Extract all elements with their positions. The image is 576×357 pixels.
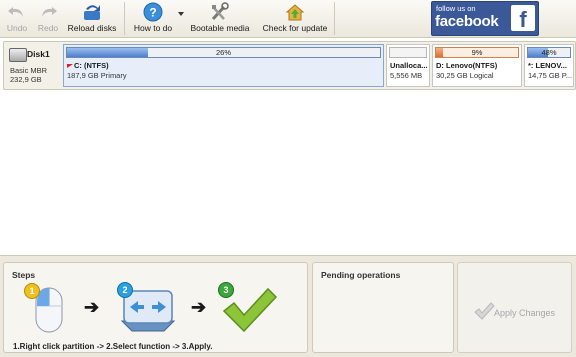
disk-row[interactable]: Disk1 Basic MBR 232,9 GB 26% C: (NTFS) 1…	[3, 41, 576, 90]
partition-usage-bar	[389, 47, 427, 58]
facebook-brand-text: facebook	[435, 13, 499, 30]
partition-name: *: LENOV...	[528, 61, 567, 70]
partition-c[interactable]: 26% C: (NTFS) 187,9 GB Primary	[63, 44, 384, 87]
partition-usage-bar: 48%	[527, 47, 571, 58]
step-badge-2: 2	[117, 282, 133, 298]
pending-operations-title: Pending operations	[321, 270, 401, 280]
check-update-button[interactable]: Check for update	[259, 0, 331, 37]
toolbar-divider	[334, 2, 335, 35]
toolbar: Undo Redo Reload disks ? How to do Boota…	[0, 0, 576, 38]
partition-d[interactable]: 9% D: Lenovo(NTFS) 30,25 GB Logical	[432, 44, 522, 87]
partition-name: C: (NTFS)	[67, 61, 109, 70]
facebook-f-icon: f	[511, 5, 535, 32]
bottom-panel: Steps 1 ➔ 2 ➔ 3 1.Right click partition …	[0, 255, 576, 357]
apply-check-icon	[474, 302, 495, 320]
partition-name-text: C: (NTFS)	[74, 61, 109, 70]
reload-disks-icon	[84, 5, 100, 20]
partition-lenovo[interactable]: 48% *: LENOV... 14,75 GB P...	[524, 44, 574, 87]
partition-detail: 5,556 MB	[390, 71, 423, 80]
steps-title: Steps	[12, 270, 36, 280]
arrow-right-icon: ➔	[191, 297, 207, 317]
undo-label: Undo	[6, 23, 28, 33]
partition-name: D: Lenovo(NTFS)	[436, 61, 498, 70]
partition-usage-percent: 9%	[471, 48, 483, 57]
how-to-do-button[interactable]: ? How to do	[129, 0, 177, 37]
bootable-media-button[interactable]: Bootable media	[188, 0, 252, 37]
how-to-do-label: How to do	[133, 23, 173, 33]
facebook-follow-banner[interactable]: follow us on facebook f	[431, 1, 539, 36]
svg-text:?: ?	[149, 6, 156, 20]
partition-usage-percent: 26%	[215, 48, 231, 57]
redo-button[interactable]: Redo	[33, 0, 63, 37]
chevron-down-icon[interactable]	[178, 12, 184, 17]
partition-usage-bar: 9%	[435, 47, 519, 58]
update-icon	[285, 4, 305, 21]
partition-detail: 30,25 GB Logical	[436, 71, 494, 80]
disk-info[interactable]: Disk1 Basic MBR 232,9 GB	[7, 45, 62, 86]
steps-panel: Steps 1 ➔ 2 ➔ 3 1.Right click partition …	[3, 262, 308, 353]
partition-detail: 14,75 GB P...	[528, 71, 573, 80]
facebook-follow-text: follow us on	[436, 4, 476, 13]
tools-icon	[211, 2, 229, 21]
apply-changes-button[interactable]: Apply Changes	[457, 262, 572, 353]
bootable-media-label: Bootable media	[190, 23, 250, 33]
hard-disk-icon	[9, 48, 27, 62]
step-badge-1: 1	[24, 283, 40, 299]
partition-detail: 187,9 GB Primary	[67, 71, 127, 80]
partition-name: Unalloca...	[390, 61, 428, 70]
disk-size: 232,9 GB	[10, 75, 42, 84]
steps-instructions: 1.Right click partition -> 2.Select func…	[13, 342, 213, 351]
partition-usage-percent: 48%	[541, 48, 557, 57]
toolbar-divider	[124, 2, 125, 35]
partition-unallocated[interactable]: Unalloca... 5,556 MB	[386, 44, 430, 87]
reload-disks-button[interactable]: Reload disks	[64, 0, 120, 37]
flag-icon	[67, 64, 73, 68]
partition-usage-bar: 26%	[66, 47, 381, 58]
disk-map-area: Disk1 Basic MBR 232,9 GB 26% C: (NTFS) 1…	[0, 38, 576, 90]
step-badge-3: 3	[218, 282, 234, 298]
disk-type: Basic MBR	[10, 66, 48, 75]
pending-operations-panel: Pending operations	[312, 262, 454, 353]
undo-icon	[8, 7, 23, 17]
arrow-right-icon: ➔	[84, 297, 100, 317]
check-update-label: Check for update	[262, 23, 328, 33]
apply-changes-label: Apply Changes	[494, 308, 556, 318]
undo-button[interactable]: Undo	[2, 0, 32, 37]
redo-icon	[42, 7, 57, 17]
help-icon: ?	[143, 2, 163, 22]
reload-disks-label: Reload disks	[67, 23, 117, 33]
redo-label: Redo	[37, 23, 59, 33]
disk-name: Disk1	[27, 49, 50, 59]
